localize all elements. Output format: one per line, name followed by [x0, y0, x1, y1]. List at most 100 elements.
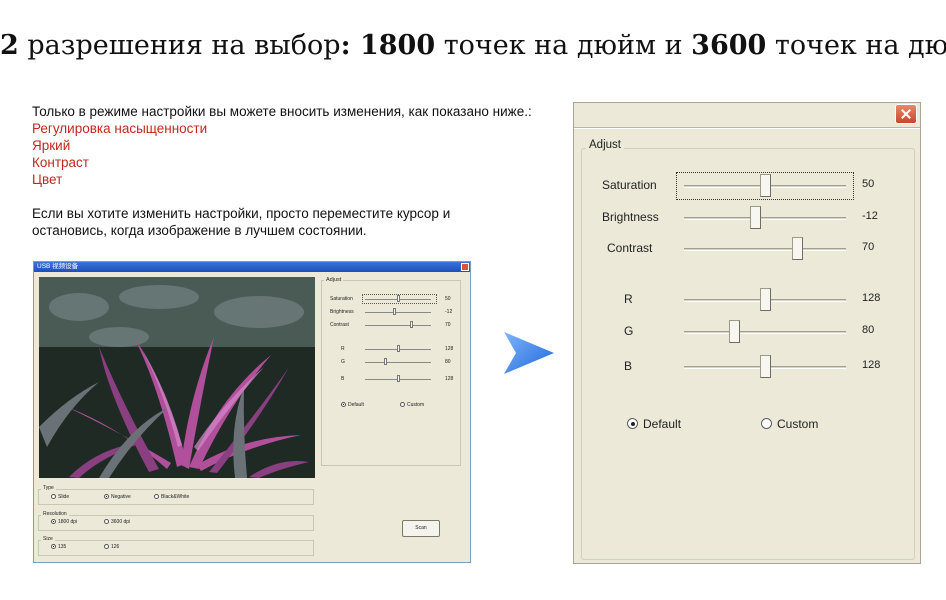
contrast-value: 70	[862, 241, 875, 253]
app-slider-label: B	[341, 376, 345, 382]
default-radio[interactable]: Default	[627, 417, 681, 431]
contrast-slider-track[interactable]	[684, 248, 846, 251]
slider-thumb[interactable]	[392, 308, 396, 315]
brightness-slider-track[interactable]	[684, 217, 846, 220]
b-slider-thumb[interactable]	[759, 355, 771, 378]
slider-track[interactable]	[365, 362, 431, 363]
app-window-titlebar: USB 视频设备	[34, 262, 470, 272]
adjust-group-label: Adjust	[586, 139, 624, 151]
instructions-item-color: Цвет	[32, 172, 63, 187]
radio-selected-icon[interactable]	[51, 519, 56, 524]
headline-text-3: точек на дюйм	[774, 30, 946, 61]
instructions-intro: Только в режиме настройки вы можете внос…	[32, 104, 532, 119]
radio-label: Custom	[407, 402, 425, 408]
app-size-126[interactable]: 126	[104, 544, 119, 550]
g-slider-row: G 80	[574, 320, 922, 344]
custom-radio[interactable]: Custom	[761, 417, 818, 431]
headline-number-2: 2	[0, 30, 19, 61]
app-size-135[interactable]: 135	[51, 544, 66, 550]
slider-thumb[interactable]	[383, 358, 387, 365]
app-type-negative[interactable]: Negative	[104, 494, 131, 500]
radio-unselected-icon[interactable]	[104, 519, 109, 524]
app-slider-value: 128	[445, 346, 454, 352]
app-resolution-3600[interactable]: 3600 dpi	[104, 519, 130, 525]
radio-label: 3600 dpi	[111, 519, 131, 525]
custom-radio-label: Custom	[777, 417, 819, 431]
app-slider-g: G 80	[323, 357, 463, 367]
saturation-slider-thumb[interactable]	[759, 174, 771, 197]
app-slider-label: Saturation	[330, 296, 353, 302]
app-slider-saturation: Saturation 50	[323, 294, 463, 304]
app-type-slide[interactable]: Slide	[51, 494, 69, 500]
app-slider-value: -12	[445, 309, 453, 315]
slider-thumb[interactable]	[396, 345, 400, 352]
r-slider-row: R 128	[574, 288, 922, 312]
app-close-icon[interactable]	[461, 263, 469, 271]
radio-label: Default	[348, 402, 364, 408]
instructions-item-brightness: Яркий	[32, 138, 71, 153]
plant-preview-picture	[39, 277, 315, 478]
app-slider-label: G	[341, 359, 345, 365]
brightness-slider-thumb[interactable]	[749, 206, 761, 229]
scanner-app-window: USB 视频设备 Adjust Saturation 50 Brightness…	[33, 261, 471, 563]
contrast-slider-row: Contrast 70	[574, 237, 922, 261]
radio-unselected-icon[interactable]	[104, 544, 109, 549]
arrow-right-icon	[504, 332, 554, 374]
brightness-value: -12	[862, 210, 878, 222]
app-type-bw[interactable]: Black&White	[154, 494, 189, 500]
radio-unselected-icon[interactable]	[761, 418, 772, 429]
brightness-label: Brightness	[602, 210, 659, 224]
g-value: 80	[862, 324, 875, 336]
r-slider-thumb[interactable]	[759, 288, 771, 311]
app-resolution-1800[interactable]: 1800 dpi	[51, 519, 77, 525]
instructions-text-line-1: Если вы хотите изменить настройки, прост…	[32, 206, 451, 221]
app-slider-value: 70	[445, 322, 451, 328]
radio-selected-icon[interactable]	[341, 402, 346, 407]
default-radio-label: Default	[643, 417, 682, 431]
app-slider-label: Brightness	[330, 309, 354, 315]
app-slider-r: R 128	[323, 344, 463, 354]
slider-track[interactable]	[365, 312, 431, 313]
b-slider-row: B 128	[574, 355, 922, 379]
app-slider-label: R	[341, 346, 345, 352]
scan-button[interactable]: Scan	[402, 520, 440, 537]
contrast-slider-thumb[interactable]	[791, 237, 803, 260]
radio-unselected-icon[interactable]	[400, 402, 405, 407]
app-type-label: Type	[41, 485, 56, 491]
slider-thumb[interactable]	[396, 375, 400, 382]
instructions-text-line-2: остановись, когда изображение в лучшем с…	[32, 223, 367, 238]
headline-number-3600: 3600	[691, 30, 767, 61]
app-resolution-label: Resolution	[41, 511, 69, 517]
r-value: 128	[862, 292, 881, 304]
slider-track[interactable]	[365, 325, 431, 326]
slider-thumb[interactable]	[396, 295, 400, 302]
radio-label: Slide	[58, 494, 70, 500]
b-value: 128	[862, 359, 881, 371]
brightness-slider-row: Brightness -12	[574, 206, 922, 230]
radio-unselected-icon[interactable]	[51, 494, 56, 499]
app-slider-value: 50	[445, 296, 451, 302]
app-slider-value: 80	[445, 359, 451, 365]
radio-selected-icon[interactable]	[51, 544, 56, 549]
adjust-dialog-window: Adjust Saturation 50 Brightness -12 Cont…	[573, 102, 921, 564]
g-label: G	[624, 324, 634, 338]
instructions-item-saturation: Регулировка насыщенности	[32, 121, 208, 136]
slider-thumb[interactable]	[409, 321, 413, 328]
b-label: B	[624, 359, 633, 373]
instructions-item-contrast: Контраст	[32, 155, 89, 170]
radio-unselected-icon[interactable]	[154, 494, 159, 499]
scan-preview-image	[39, 277, 315, 478]
radio-label: 1800 dpi	[58, 519, 78, 525]
radio-selected-icon[interactable]	[104, 494, 109, 499]
radio-label: 135	[58, 544, 67, 550]
app-adjust-label: Adjust	[324, 277, 344, 283]
app-size-group	[38, 540, 314, 556]
close-icon[interactable]	[895, 104, 917, 124]
g-slider-track[interactable]	[684, 331, 846, 334]
app-radio-default[interactable]: Default	[341, 402, 364, 408]
radio-selected-icon[interactable]	[627, 418, 638, 429]
g-slider-thumb[interactable]	[728, 320, 740, 343]
app-size-label: Size	[41, 536, 55, 542]
radio-label: 126	[111, 544, 120, 550]
app-radio-custom[interactable]: Custom	[400, 402, 424, 408]
